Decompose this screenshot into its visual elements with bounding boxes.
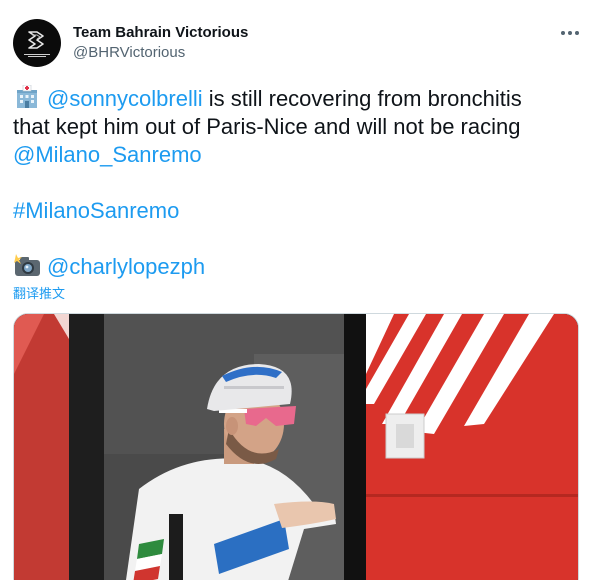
tweet-text-line: @sonnycolbrelli is still recovering from… bbox=[13, 84, 579, 113]
hospital-emoji-icon bbox=[13, 84, 41, 109]
more-options-dot bbox=[575, 31, 579, 35]
more-options-icon bbox=[561, 31, 565, 35]
tweet-text-line: @charlylopezph bbox=[13, 253, 579, 281]
bahrain-victorious-logo-icon bbox=[26, 29, 48, 51]
tweet-text: that kept him out of Paris-Nice and will… bbox=[13, 114, 521, 139]
mention-link[interactable]: @Milano_Sanremo bbox=[13, 142, 202, 167]
photo-credit-mention[interactable]: @charlylopezph bbox=[47, 254, 205, 279]
tweet-text-line: that kept him out of Paris-Nice and will… bbox=[13, 113, 579, 141]
account-avatar[interactable] bbox=[13, 19, 61, 67]
tweet-text-line: #MilanoSanremo bbox=[13, 197, 579, 225]
tweet-card[interactable]: Team Bahrain Victorious @BHRVictorious @… bbox=[0, 0, 591, 580]
display-name[interactable]: Team Bahrain Victorious bbox=[73, 24, 248, 41]
mention-link[interactable]: @sonnycolbrelli bbox=[47, 86, 203, 111]
tweet-text-line: @Milano_Sanremo bbox=[13, 141, 579, 169]
hashtag-link[interactable]: #MilanoSanremo bbox=[13, 198, 179, 223]
more-options-dot bbox=[568, 31, 572, 35]
account-handle[interactable]: @BHRVictorious bbox=[73, 44, 185, 61]
camera-flash-emoji-icon bbox=[13, 253, 41, 277]
avatar-wordmark bbox=[24, 54, 50, 57]
more-options-button[interactable] bbox=[558, 23, 582, 43]
tweet-text: is still recovering from bronchitis bbox=[202, 86, 522, 111]
tweet-photo[interactable] bbox=[13, 313, 579, 580]
translate-tweet-link[interactable]: 翻译推文 bbox=[13, 283, 65, 302]
